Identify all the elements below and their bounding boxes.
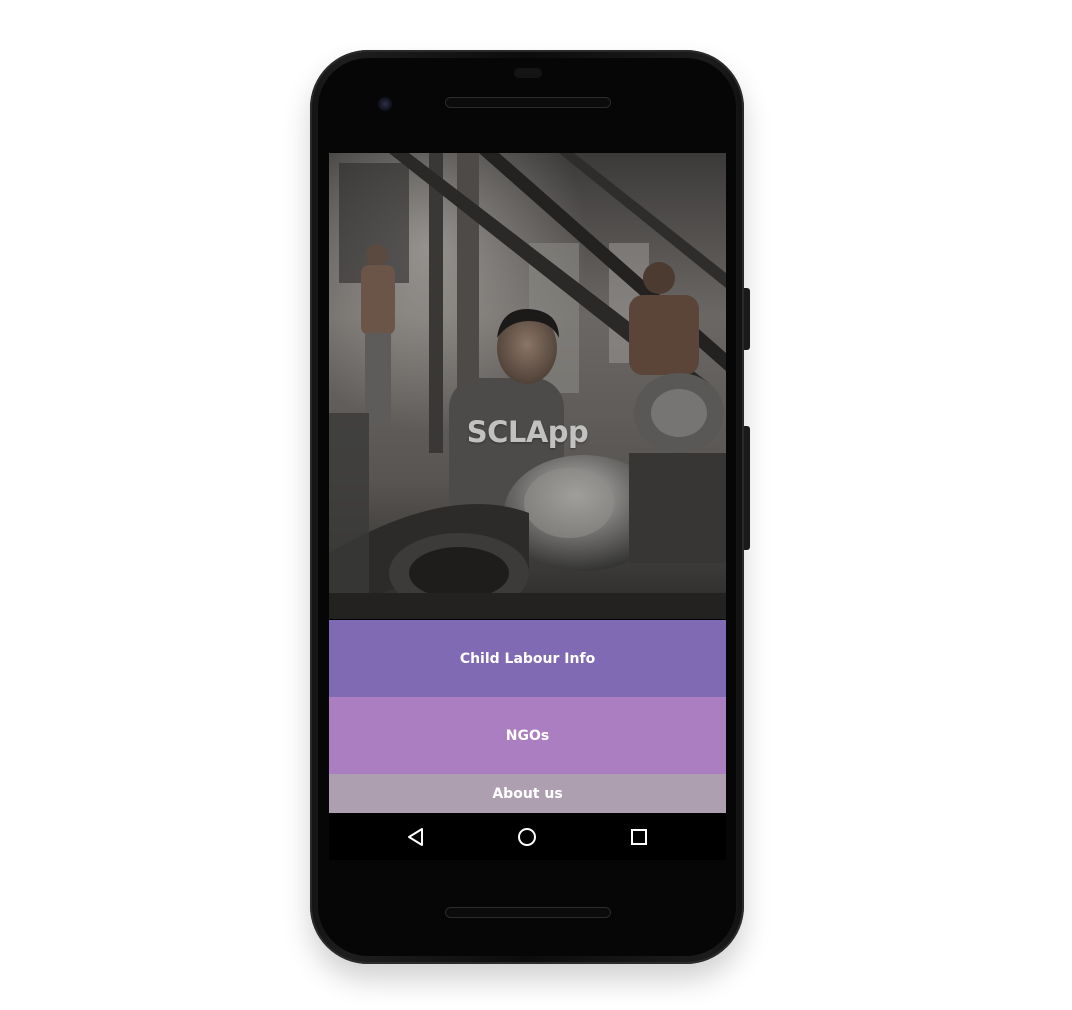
top-speaker bbox=[446, 98, 610, 107]
bottom-speaker bbox=[446, 908, 610, 917]
ngos-button[interactable]: NGOs bbox=[329, 697, 726, 774]
app-screen: SCLApp Child Labour Info NGOs About us bbox=[329, 153, 726, 860]
back-icon[interactable] bbox=[402, 823, 430, 851]
app-title: SCLApp bbox=[466, 415, 589, 449]
factory-photo bbox=[329, 153, 726, 619]
front-camera-icon bbox=[378, 97, 392, 111]
device-mockup: SCLApp Child Labour Info NGOs About us bbox=[0, 0, 1072, 1010]
home-icon[interactable] bbox=[513, 823, 541, 851]
recents-icon[interactable] bbox=[625, 823, 653, 851]
child-labour-info-label: Child Labour Info bbox=[459, 650, 596, 667]
power-button bbox=[744, 288, 750, 350]
volume-button bbox=[744, 426, 750, 550]
about-us-label: About us bbox=[492, 785, 563, 802]
earpiece bbox=[514, 68, 542, 78]
hero-image: SCLApp bbox=[329, 153, 726, 619]
about-us-button[interactable]: About us bbox=[329, 774, 726, 813]
system-navigation-bar bbox=[329, 813, 726, 860]
child-labour-info-button[interactable]: Child Labour Info bbox=[329, 620, 726, 697]
ngos-label: NGOs bbox=[505, 727, 550, 744]
